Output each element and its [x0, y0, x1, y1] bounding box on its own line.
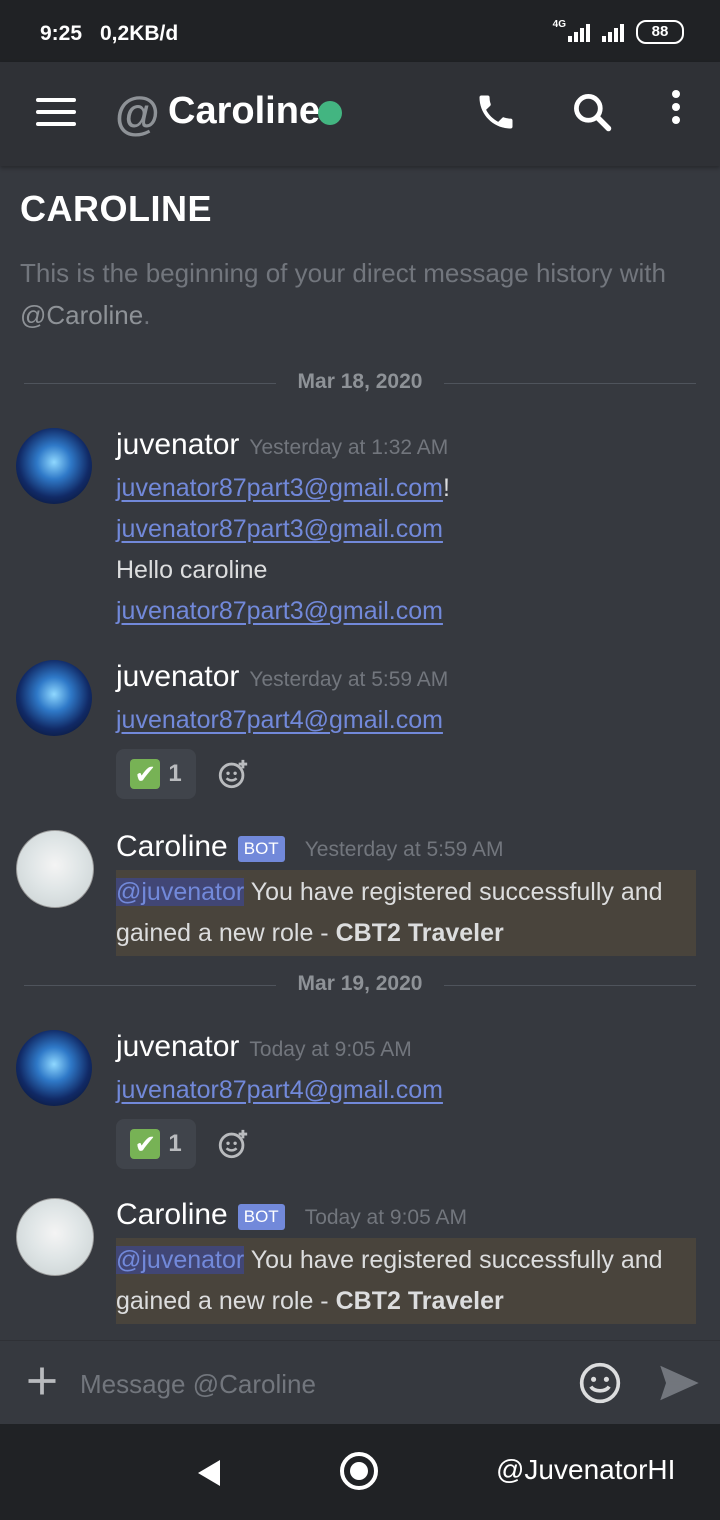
add-reaction-icon[interactable] — [216, 1127, 250, 1161]
signal-icon-2 — [602, 22, 624, 42]
message-text: ! — [442, 474, 450, 502]
highlighted-message: @juvenator You have registered successfu… — [116, 1238, 696, 1324]
message-line: juvenator87part4@gmail.com — [116, 1070, 706, 1111]
battery-level: 88 — [651, 23, 669, 40]
message-timestamp: Yesterday at 1:32 AM — [249, 436, 449, 459]
avatar[interactable] — [16, 1198, 94, 1276]
avatar[interactable] — [16, 660, 92, 736]
date-divider-label: Mar 19, 2020 — [297, 972, 423, 995]
send-icon[interactable] — [656, 1363, 702, 1403]
message-timestamp: Today at 9:05 AM — [304, 1206, 467, 1229]
email-link[interactable]: juvenator87part3@gmail.com — [116, 597, 443, 625]
plus-icon[interactable] — [24, 1363, 60, 1399]
date-divider: Mar 19, 2020 — [24, 970, 696, 1000]
message-timestamp: Yesterday at 5:59 AM — [304, 838, 504, 861]
status-bar: 9:25 0,2KB/d 4G 88 — [0, 0, 720, 62]
reaction-count: 1 — [168, 760, 182, 787]
message-text: You have registered successfully and — [244, 1246, 663, 1274]
message-timestamp: Today at 9:05 AM — [249, 1038, 412, 1061]
status-icons: 4G 88 — [552, 18, 684, 44]
battery-icon: 88 — [636, 20, 684, 44]
message-text: You have registered successfully and — [244, 878, 663, 906]
avatar[interactable] — [16, 830, 94, 908]
reaction-button[interactable]: ✔ 1 — [116, 1119, 196, 1169]
channel-intro: CAROLINE This is the beginning of your d… — [20, 188, 700, 336]
date-divider: Mar 18, 2020 — [24, 368, 696, 398]
message-text: gained a new role - — [116, 919, 336, 947]
channel-title[interactable]: Caroline — [168, 90, 320, 133]
network-speed: 0,2KB/d — [100, 22, 179, 45]
reaction-count: 1 — [168, 1130, 182, 1157]
author-name[interactable]: juvenator — [116, 428, 239, 461]
date-divider-label: Mar 18, 2020 — [297, 370, 423, 393]
message-line: juvenator87part4@gmail.com — [116, 700, 706, 741]
status-time: 9:25 — [40, 22, 83, 45]
email-link[interactable]: juvenator87part3@gmail.com — [116, 474, 443, 502]
intro-handle: @Caroline — [20, 300, 144, 330]
intro-description: This is the beginning of your direct mes… — [20, 252, 700, 336]
app-header: @ Caroline — [0, 62, 720, 166]
check-mark-icon: ✔ — [130, 759, 161, 789]
role-name: CBT2 Traveler — [335, 1287, 504, 1315]
at-icon: @ — [115, 87, 160, 139]
more-options-icon[interactable] — [662, 90, 690, 134]
intro-text: This is the beginning of your direct mes… — [20, 258, 666, 288]
avatar[interactable] — [16, 428, 92, 504]
add-reaction-icon[interactable] — [216, 757, 250, 791]
author-name[interactable]: juvenator — [116, 660, 239, 693]
message-timestamp: Yesterday at 5:59 AM — [249, 668, 449, 691]
online-status-icon — [318, 101, 342, 125]
check-mark-icon: ✔ — [130, 1129, 161, 1159]
author-name[interactable]: Caroline — [116, 830, 228, 863]
email-link[interactable]: juvenator87part4@gmail.com — [116, 706, 443, 734]
email-link[interactable]: juvenator87part4@gmail.com — [116, 1076, 443, 1104]
author-name[interactable]: Caroline — [116, 1198, 228, 1231]
message-text: gained a new role - — [116, 1287, 336, 1315]
back-icon[interactable] — [196, 1458, 222, 1488]
message-line: juvenator87part3@gmail.com! — [116, 468, 706, 509]
user-mention[interactable]: @juvenator — [116, 1246, 245, 1274]
hamburger-menu-icon[interactable] — [36, 98, 76, 128]
bot-badge: BOT — [237, 835, 285, 862]
intro-title: CAROLINE — [20, 188, 212, 229]
signal-icon — [568, 22, 590, 42]
bot-badge: BOT — [237, 1203, 285, 1230]
highlighted-message: @juvenator You have registered successfu… — [116, 870, 696, 956]
email-link[interactable]: juvenator87part3@gmail.com — [116, 515, 443, 543]
system-nav-bar: @JuvenatorHI — [0, 1424, 720, 1520]
search-icon[interactable] — [570, 90, 614, 134]
message-input[interactable] — [78, 1361, 542, 1407]
network-type: 4G — [552, 18, 566, 30]
avatar[interactable] — [16, 1030, 92, 1106]
emoji-icon[interactable] — [578, 1361, 622, 1405]
message-line: Hello caroline — [116, 550, 706, 591]
role-name: CBT2 Traveler — [335, 919, 504, 947]
message-composer — [0, 1340, 720, 1425]
reaction-button[interactable]: ✔ 1 — [116, 749, 196, 799]
message-text: Hello caroline — [116, 556, 268, 584]
phone-call-icon[interactable] — [474, 90, 518, 134]
watermark-text: @JuvenatorHI — [496, 1454, 676, 1485]
message-line: juvenator87part3@gmail.com — [116, 591, 706, 632]
message-line: juvenator87part3@gmail.com — [116, 509, 706, 550]
intro-period: . — [143, 300, 151, 330]
author-name[interactable]: juvenator — [116, 1030, 239, 1063]
user-mention[interactable]: @juvenator — [116, 878, 245, 906]
home-icon[interactable] — [340, 1452, 378, 1490]
